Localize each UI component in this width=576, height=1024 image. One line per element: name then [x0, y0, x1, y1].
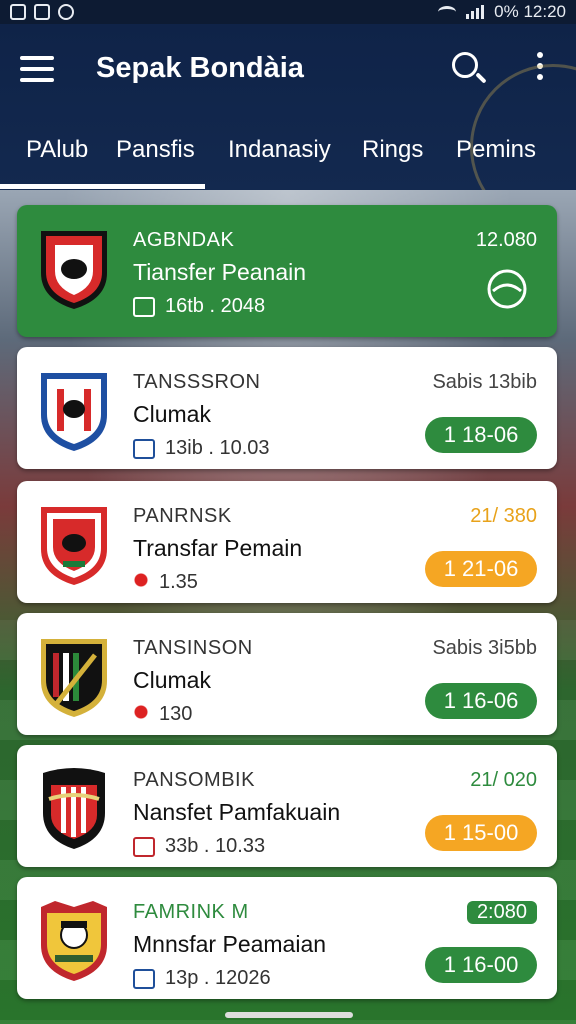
card-subtitle: Transfar Pemain: [133, 535, 303, 561]
search-icon[interactable]: [452, 52, 488, 88]
card-meta: 130: [133, 703, 192, 726]
card-subtitle: Nansfet Pamfakuain: [133, 799, 341, 825]
transfer-card[interactable]: PANSOMBIK Nansfet Pamfakuain 33b . 10.33…: [17, 745, 557, 867]
card-title: FAMRINK M: [133, 901, 249, 923]
club-crest-icon: [43, 768, 105, 849]
card-meta: 33b . 10.33: [133, 835, 265, 858]
club-crest-icon: [41, 901, 107, 981]
menu-icon[interactable]: [20, 56, 54, 82]
transfer-card-featured[interactable]: AGBNDAK Tiansfer Peanain 16tb . 2048 12.…: [17, 205, 557, 337]
card-meta-text: 13p . 12026: [165, 967, 271, 989]
card-subtitle: Clumak: [133, 667, 211, 693]
wifi-icon: [438, 6, 457, 18]
card-value: 12.080: [475, 229, 537, 251]
score-badge[interactable]: 1 15-00: [425, 815, 537, 851]
notification-icon: [10, 4, 26, 20]
card-title: PANSOMBIK: [133, 769, 255, 791]
calendar-icon: [133, 968, 155, 989]
card-subtitle: Tiansfer Peanain: [133, 259, 307, 285]
score-badge[interactable]: 1 18-06: [425, 417, 537, 453]
status-text: 0% 12:20: [494, 2, 566, 21]
transfer-card[interactable]: TANSSSRON Clumak 13ib . 10.03 Sabis 13bi…: [17, 347, 557, 469]
card-title: TANSINSON: [133, 637, 253, 659]
card-meta: 16tb . 2048: [133, 295, 265, 318]
card-value: 21/ 380: [470, 505, 537, 527]
transfer-card[interactable]: PANRNSK Transfar Pemain 1.35 21/ 380 1 2…: [17, 481, 557, 603]
app-title: Sepak Bondàia: [96, 52, 304, 84]
calendar-icon: [133, 296, 155, 317]
card-subtitle: Clumak: [133, 401, 211, 427]
tab-indonesia[interactable]: Indanasiy: [228, 132, 331, 184]
club-crest-icon: [41, 639, 107, 717]
card-title: PANRNSK: [133, 505, 232, 527]
transfer-card[interactable]: TANSINSON Clumak 130 Sabis 3i5bb 1 16-06: [17, 613, 557, 735]
app-bar: Sepak Bondàia PAlub Pansfis Indanasiy Ri…: [0, 24, 576, 190]
home-indicator[interactable]: [225, 1012, 353, 1018]
calendar-icon: [133, 438, 155, 459]
tab-players[interactable]: Pemins: [456, 132, 536, 184]
active-tab-indicator: [0, 184, 205, 189]
club-crest-icon: [41, 373, 107, 451]
score-badge[interactable]: 1 21-06: [425, 551, 537, 587]
signal-icon: [466, 5, 485, 19]
tab-rankings[interactable]: Rings: [362, 132, 423, 184]
card-meta-text: 33b . 10.33: [165, 835, 266, 857]
tab-bar: PAlub Pansfis Indanasiy Rings Pemins: [0, 132, 576, 190]
card-value: 2:080: [466, 901, 537, 924]
card-meta: 13p . 12026: [133, 967, 271, 990]
card-value: Sabis 13bib: [432, 371, 537, 393]
card-title: AGBNDAK: [133, 229, 235, 251]
card-meta: 1.35: [133, 571, 198, 594]
card-meta: 13ib . 10.03: [133, 437, 270, 460]
card-value: Sabis 3i5bb: [432, 637, 537, 659]
card-title: TANSSSRON: [133, 371, 261, 393]
calendar-icon: [133, 836, 155, 857]
transfer-card[interactable]: FAMRINK M Mnnsfar Peamaian 13p . 12026 2…: [17, 877, 557, 999]
settings-icon: [58, 4, 74, 20]
card-meta-text: 1.35: [159, 571, 198, 593]
card-value: 21/ 020: [470, 769, 537, 791]
club-crest-icon: [41, 231, 107, 309]
card-meta-text: 16tb . 2048: [165, 295, 266, 317]
card-meta-text: 13ib . 10.03: [165, 437, 270, 459]
tab-club[interactable]: PAlub: [26, 132, 88, 184]
status-bar: 0% 12:20: [0, 0, 576, 24]
score-badge[interactable]: 1 16-00: [425, 947, 537, 983]
football-icon[interactable]: [485, 267, 529, 311]
club-crest-icon: [41, 507, 107, 585]
player-icon: [133, 572, 149, 593]
card-subtitle: Mnnsfar Peamaian: [133, 931, 327, 957]
tab-transfers[interactable]: Pansfis: [116, 132, 195, 184]
card-meta-text: 130: [159, 703, 193, 725]
score-badge[interactable]: 1 16-06: [425, 683, 537, 719]
more-options-icon[interactable]: [534, 52, 546, 86]
notification-icon: [34, 4, 50, 20]
player-icon: [133, 704, 149, 725]
